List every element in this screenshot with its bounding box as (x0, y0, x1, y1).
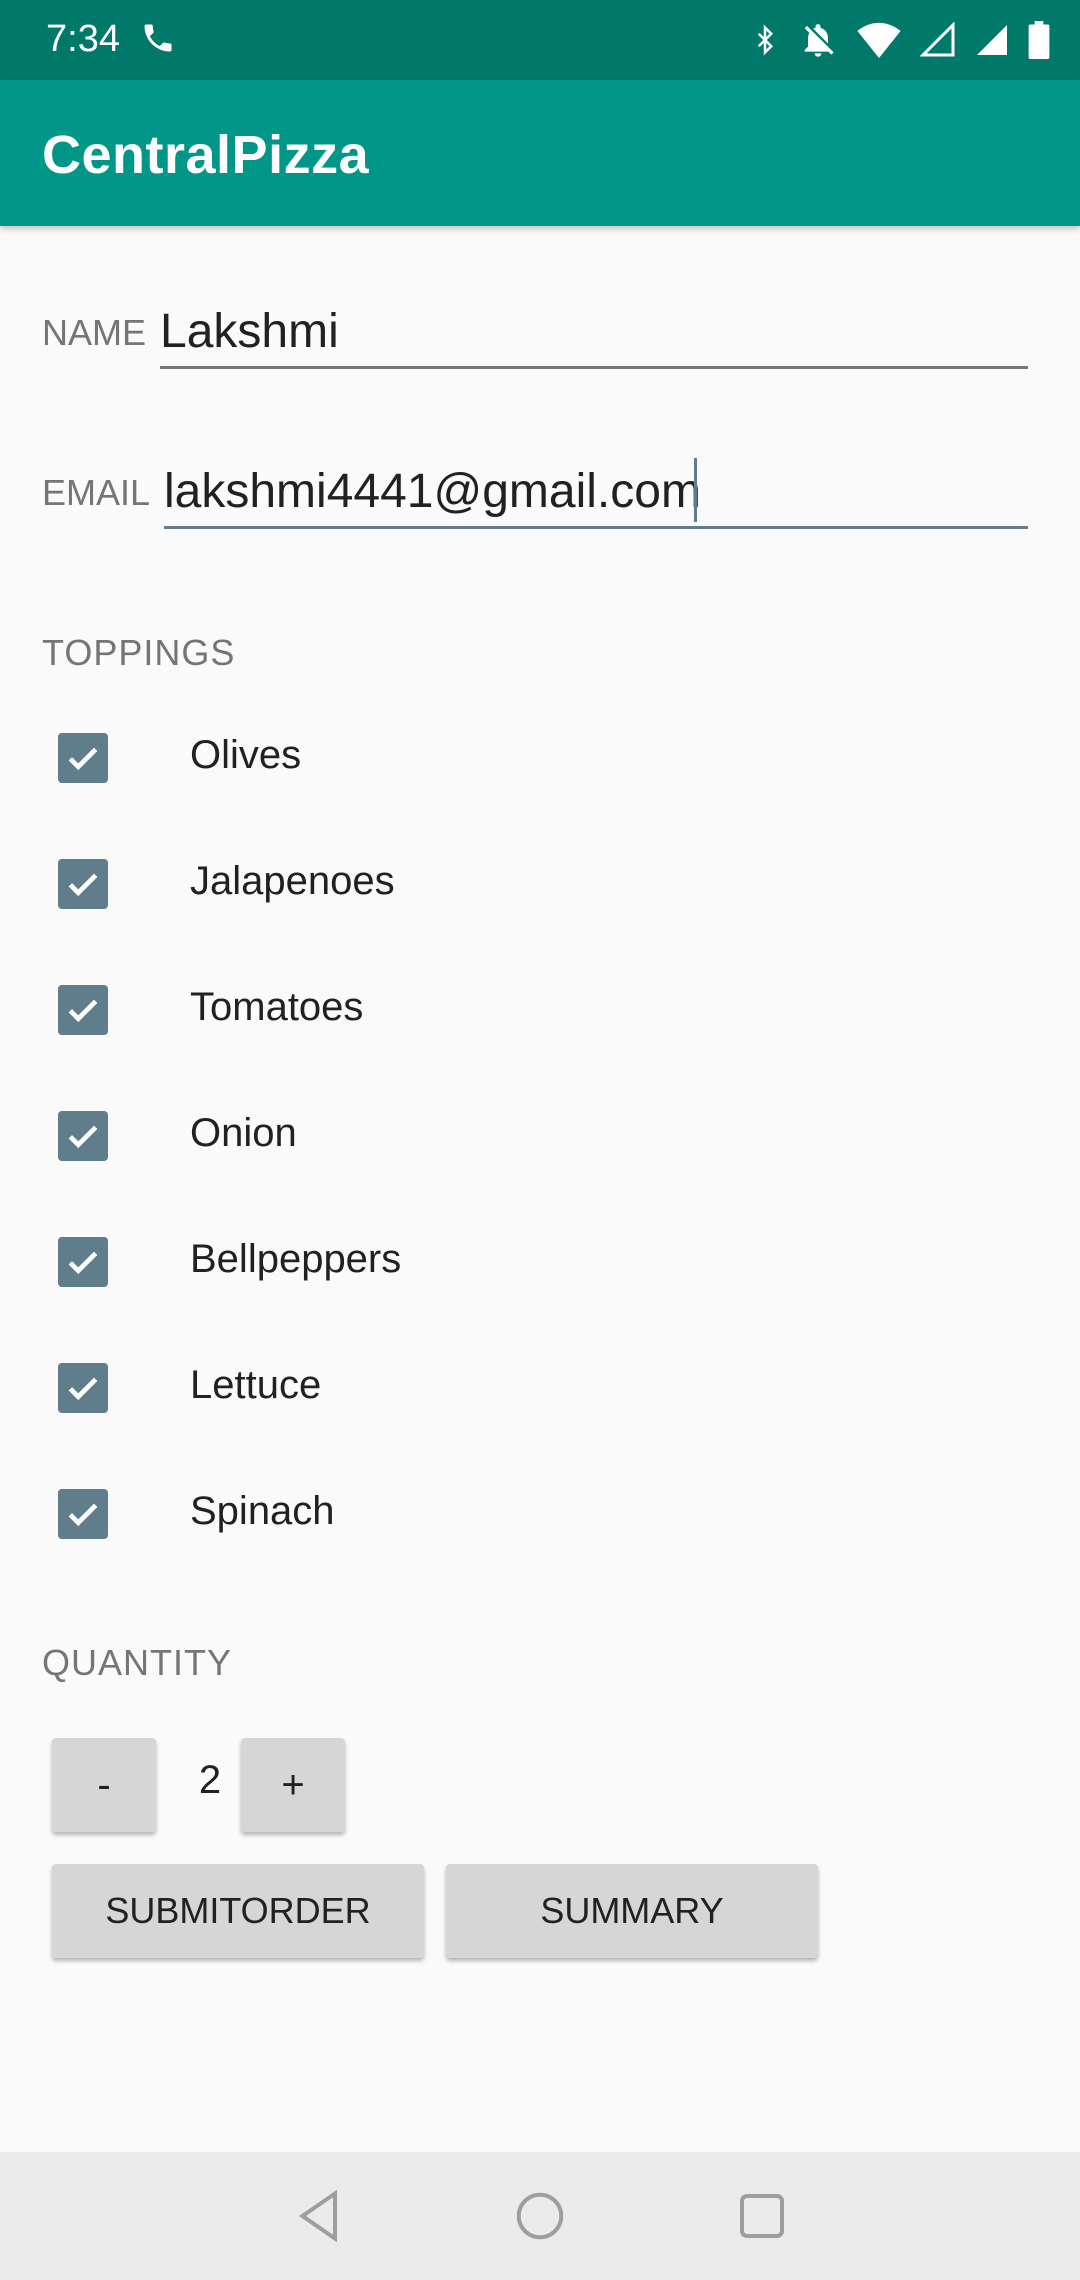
signal-empty-icon (920, 22, 956, 58)
text-cursor (694, 458, 697, 522)
topping-bellpeppers[interactable]: Bellpeppers (0, 1207, 1080, 1317)
checkbox-checked-icon[interactable] (58, 859, 108, 909)
checkbox-checked-icon[interactable] (58, 733, 108, 783)
battery-icon (1028, 21, 1050, 59)
topping-label: Lettuce (190, 1363, 322, 1407)
quantity-value: 2 (198, 1758, 222, 1802)
topping-onion[interactable]: Onion (0, 1081, 1080, 1191)
phone-icon (140, 20, 180, 60)
topping-jalapenoes[interactable]: Jalapenoes (0, 829, 1080, 939)
name-label: NAME (42, 312, 147, 353)
home-icon[interactable] (510, 2186, 570, 2246)
topping-lettuce[interactable]: Lettuce (0, 1333, 1080, 1443)
app-bar: CentralPizza (0, 80, 1080, 226)
topping-olives[interactable]: Olives (0, 703, 1080, 813)
topping-label: Olives (190, 733, 302, 777)
checkbox-checked-icon[interactable] (58, 1237, 108, 1287)
topping-label: Bellpeppers (190, 1237, 402, 1281)
recents-icon[interactable] (732, 2186, 792, 2246)
status-bar: 7:34 (0, 0, 1080, 80)
checkbox-checked-icon[interactable] (58, 1363, 108, 1413)
topping-label: Tomatoes (190, 985, 364, 1029)
name-field[interactable] (160, 296, 1028, 369)
topping-label: Spinach (190, 1489, 335, 1533)
summary-button[interactable]: SUMMARY (446, 1864, 818, 1958)
topping-label: Jalapenoes (190, 859, 395, 903)
checkbox-checked-icon[interactable] (58, 1111, 108, 1161)
submit-order-button[interactable]: SUBMITORDER (52, 1864, 424, 1958)
navigation-bar (0, 2152, 1080, 2280)
back-icon[interactable] (290, 2186, 350, 2246)
app-title: CentralPizza (42, 125, 370, 185)
email-label: EMAIL (42, 472, 151, 513)
topping-spinach[interactable]: Spinach (0, 1459, 1080, 1569)
quantity-label: QUANTITY (42, 1642, 233, 1683)
notifications-off-icon (798, 20, 838, 60)
decrement-button[interactable]: - (52, 1738, 156, 1832)
increment-button[interactable]: + (241, 1738, 345, 1832)
checkbox-checked-icon[interactable] (58, 1489, 108, 1539)
topping-tomatoes[interactable]: Tomatoes (0, 955, 1080, 1065)
signal-full-icon (974, 22, 1010, 58)
toppings-label: TOPPINGS (42, 632, 236, 673)
email-field[interactable] (164, 456, 1028, 529)
status-time: 7:34 (46, 18, 120, 60)
bluetooth-icon (750, 20, 780, 60)
topping-label: Onion (190, 1111, 297, 1155)
checkbox-checked-icon[interactable] (58, 985, 108, 1035)
wifi-icon (856, 22, 902, 58)
